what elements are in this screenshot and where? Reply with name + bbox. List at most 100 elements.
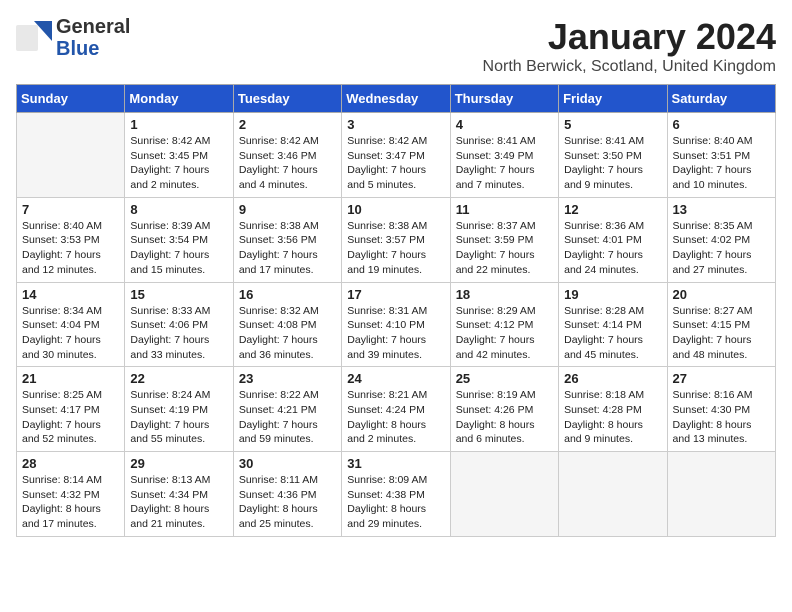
calendar-cell: 12 Sunrise: 8:36 AM Sunset: 4:01 PM Dayl… (559, 197, 667, 282)
month-title: January 2024 (483, 16, 776, 58)
day-number: 23 (239, 371, 336, 386)
daylight: Daylight: 8 hours and 9 minutes. (564, 419, 643, 446)
daylight: Daylight: 8 hours and 6 minutes. (456, 419, 535, 446)
day-number: 8 (130, 202, 227, 217)
sunrise: Sunrise: 8:41 AM (564, 135, 644, 147)
day-number: 12 (564, 202, 661, 217)
day-number: 4 (456, 117, 553, 132)
calendar-cell: 4 Sunrise: 8:41 AM Sunset: 3:49 PM Dayli… (450, 113, 558, 198)
day-info: Sunrise: 8:38 AM Sunset: 3:57 PM Dayligh… (347, 219, 444, 278)
logo-blue: Blue (56, 38, 99, 60)
day-info: Sunrise: 8:35 AM Sunset: 4:02 PM Dayligh… (673, 219, 770, 278)
day-info: Sunrise: 8:21 AM Sunset: 4:24 PM Dayligh… (347, 388, 444, 447)
day-info: Sunrise: 8:31 AM Sunset: 4:10 PM Dayligh… (347, 304, 444, 363)
sunrise: Sunrise: 8:35 AM (673, 220, 753, 232)
day-info: Sunrise: 8:36 AM Sunset: 4:01 PM Dayligh… (564, 219, 661, 278)
day-number: 25 (456, 371, 553, 386)
sunrise: Sunrise: 8:27 AM (673, 305, 753, 317)
calendar-cell: 22 Sunrise: 8:24 AM Sunset: 4:19 PM Dayl… (125, 367, 233, 452)
sunset: Sunset: 4:10 PM (347, 319, 425, 331)
sunrise: Sunrise: 8:40 AM (673, 135, 753, 147)
sunrise: Sunrise: 8:31 AM (347, 305, 427, 317)
sunrise: Sunrise: 8:38 AM (239, 220, 319, 232)
weekday-header: Monday (125, 85, 233, 113)
sunset: Sunset: 4:21 PM (239, 404, 317, 416)
daylight: Daylight: 7 hours and 30 minutes. (22, 334, 101, 361)
sunset: Sunset: 4:04 PM (22, 319, 100, 331)
daylight: Daylight: 7 hours and 9 minutes. (564, 164, 643, 191)
sunset: Sunset: 3:56 PM (239, 234, 317, 246)
daylight: Daylight: 7 hours and 10 minutes. (673, 164, 752, 191)
calendar-cell: 27 Sunrise: 8:16 AM Sunset: 4:30 PM Dayl… (667, 367, 775, 452)
calendar-cell: 13 Sunrise: 8:35 AM Sunset: 4:02 PM Dayl… (667, 197, 775, 282)
day-info: Sunrise: 8:40 AM Sunset: 3:51 PM Dayligh… (673, 134, 770, 193)
day-number: 15 (130, 287, 227, 302)
daylight: Daylight: 7 hours and 7 minutes. (456, 164, 535, 191)
sunset: Sunset: 4:19 PM (130, 404, 208, 416)
sunrise: Sunrise: 8:39 AM (130, 220, 210, 232)
sunset: Sunset: 4:14 PM (564, 319, 642, 331)
daylight: Daylight: 7 hours and 5 minutes. (347, 164, 426, 191)
sunrise: Sunrise: 8:22 AM (239, 389, 319, 401)
daylight: Daylight: 7 hours and 15 minutes. (130, 249, 209, 276)
calendar-cell: 21 Sunrise: 8:25 AM Sunset: 4:17 PM Dayl… (17, 367, 125, 452)
day-number: 3 (347, 117, 444, 132)
day-number: 18 (456, 287, 553, 302)
daylight: Daylight: 7 hours and 42 minutes. (456, 334, 535, 361)
sunset: Sunset: 3:53 PM (22, 234, 100, 246)
calendar-cell: 11 Sunrise: 8:37 AM Sunset: 3:59 PM Dayl… (450, 197, 558, 282)
sunrise: Sunrise: 8:40 AM (22, 220, 102, 232)
calendar-cell: 1 Sunrise: 8:42 AM Sunset: 3:45 PM Dayli… (125, 113, 233, 198)
day-number: 6 (673, 117, 770, 132)
day-number: 27 (673, 371, 770, 386)
sunset: Sunset: 4:30 PM (673, 404, 751, 416)
sunrise: Sunrise: 8:28 AM (564, 305, 644, 317)
sunrise: Sunrise: 8:41 AM (456, 135, 536, 147)
sunrise: Sunrise: 8:09 AM (347, 474, 427, 486)
daylight: Daylight: 7 hours and 22 minutes. (456, 249, 535, 276)
calendar-cell: 9 Sunrise: 8:38 AM Sunset: 3:56 PM Dayli… (233, 197, 341, 282)
sunrise: Sunrise: 8:25 AM (22, 389, 102, 401)
sunrise: Sunrise: 8:24 AM (130, 389, 210, 401)
sunset: Sunset: 3:49 PM (456, 150, 534, 162)
weekday-header: Wednesday (342, 85, 450, 113)
day-info: Sunrise: 8:27 AM Sunset: 4:15 PM Dayligh… (673, 304, 770, 363)
sunrise: Sunrise: 8:16 AM (673, 389, 753, 401)
sunset: Sunset: 4:06 PM (130, 319, 208, 331)
daylight: Daylight: 7 hours and 45 minutes. (564, 334, 643, 361)
daylight: Daylight: 7 hours and 2 minutes. (130, 164, 209, 191)
weekday-header: Thursday (450, 85, 558, 113)
day-info: Sunrise: 8:13 AM Sunset: 4:34 PM Dayligh… (130, 473, 227, 532)
calendar-cell (450, 452, 558, 537)
day-number: 19 (564, 287, 661, 302)
daylight: Daylight: 7 hours and 39 minutes. (347, 334, 426, 361)
calendar-cell: 26 Sunrise: 8:18 AM Sunset: 4:28 PM Dayl… (559, 367, 667, 452)
daylight: Daylight: 8 hours and 21 minutes. (130, 503, 209, 530)
day-number: 10 (347, 202, 444, 217)
sunset: Sunset: 4:32 PM (22, 489, 100, 501)
day-number: 9 (239, 202, 336, 217)
calendar-week-row: 7 Sunrise: 8:40 AM Sunset: 3:53 PM Dayli… (17, 197, 776, 282)
sunset: Sunset: 4:12 PM (456, 319, 534, 331)
day-info: Sunrise: 8:34 AM Sunset: 4:04 PM Dayligh… (22, 304, 119, 363)
title-block: January 2024 North Berwick, Scotland, Un… (483, 16, 776, 76)
day-info: Sunrise: 8:40 AM Sunset: 3:53 PM Dayligh… (22, 219, 119, 278)
day-info: Sunrise: 8:22 AM Sunset: 4:21 PM Dayligh… (239, 388, 336, 447)
sunrise: Sunrise: 8:37 AM (456, 220, 536, 232)
calendar-cell: 2 Sunrise: 8:42 AM Sunset: 3:46 PM Dayli… (233, 113, 341, 198)
day-number: 30 (239, 456, 336, 471)
sunset: Sunset: 3:45 PM (130, 150, 208, 162)
weekday-header: Friday (559, 85, 667, 113)
day-info: Sunrise: 8:39 AM Sunset: 3:54 PM Dayligh… (130, 219, 227, 278)
day-info: Sunrise: 8:42 AM Sunset: 3:47 PM Dayligh… (347, 134, 444, 193)
daylight: Daylight: 8 hours and 29 minutes. (347, 503, 426, 530)
calendar-week-row: 21 Sunrise: 8:25 AM Sunset: 4:17 PM Dayl… (17, 367, 776, 452)
day-number: 5 (564, 117, 661, 132)
day-info: Sunrise: 8:37 AM Sunset: 3:59 PM Dayligh… (456, 219, 553, 278)
day-number: 31 (347, 456, 444, 471)
day-info: Sunrise: 8:38 AM Sunset: 3:56 PM Dayligh… (239, 219, 336, 278)
sunrise: Sunrise: 8:36 AM (564, 220, 644, 232)
day-number: 24 (347, 371, 444, 386)
day-number: 26 (564, 371, 661, 386)
sunrise: Sunrise: 8:42 AM (347, 135, 427, 147)
